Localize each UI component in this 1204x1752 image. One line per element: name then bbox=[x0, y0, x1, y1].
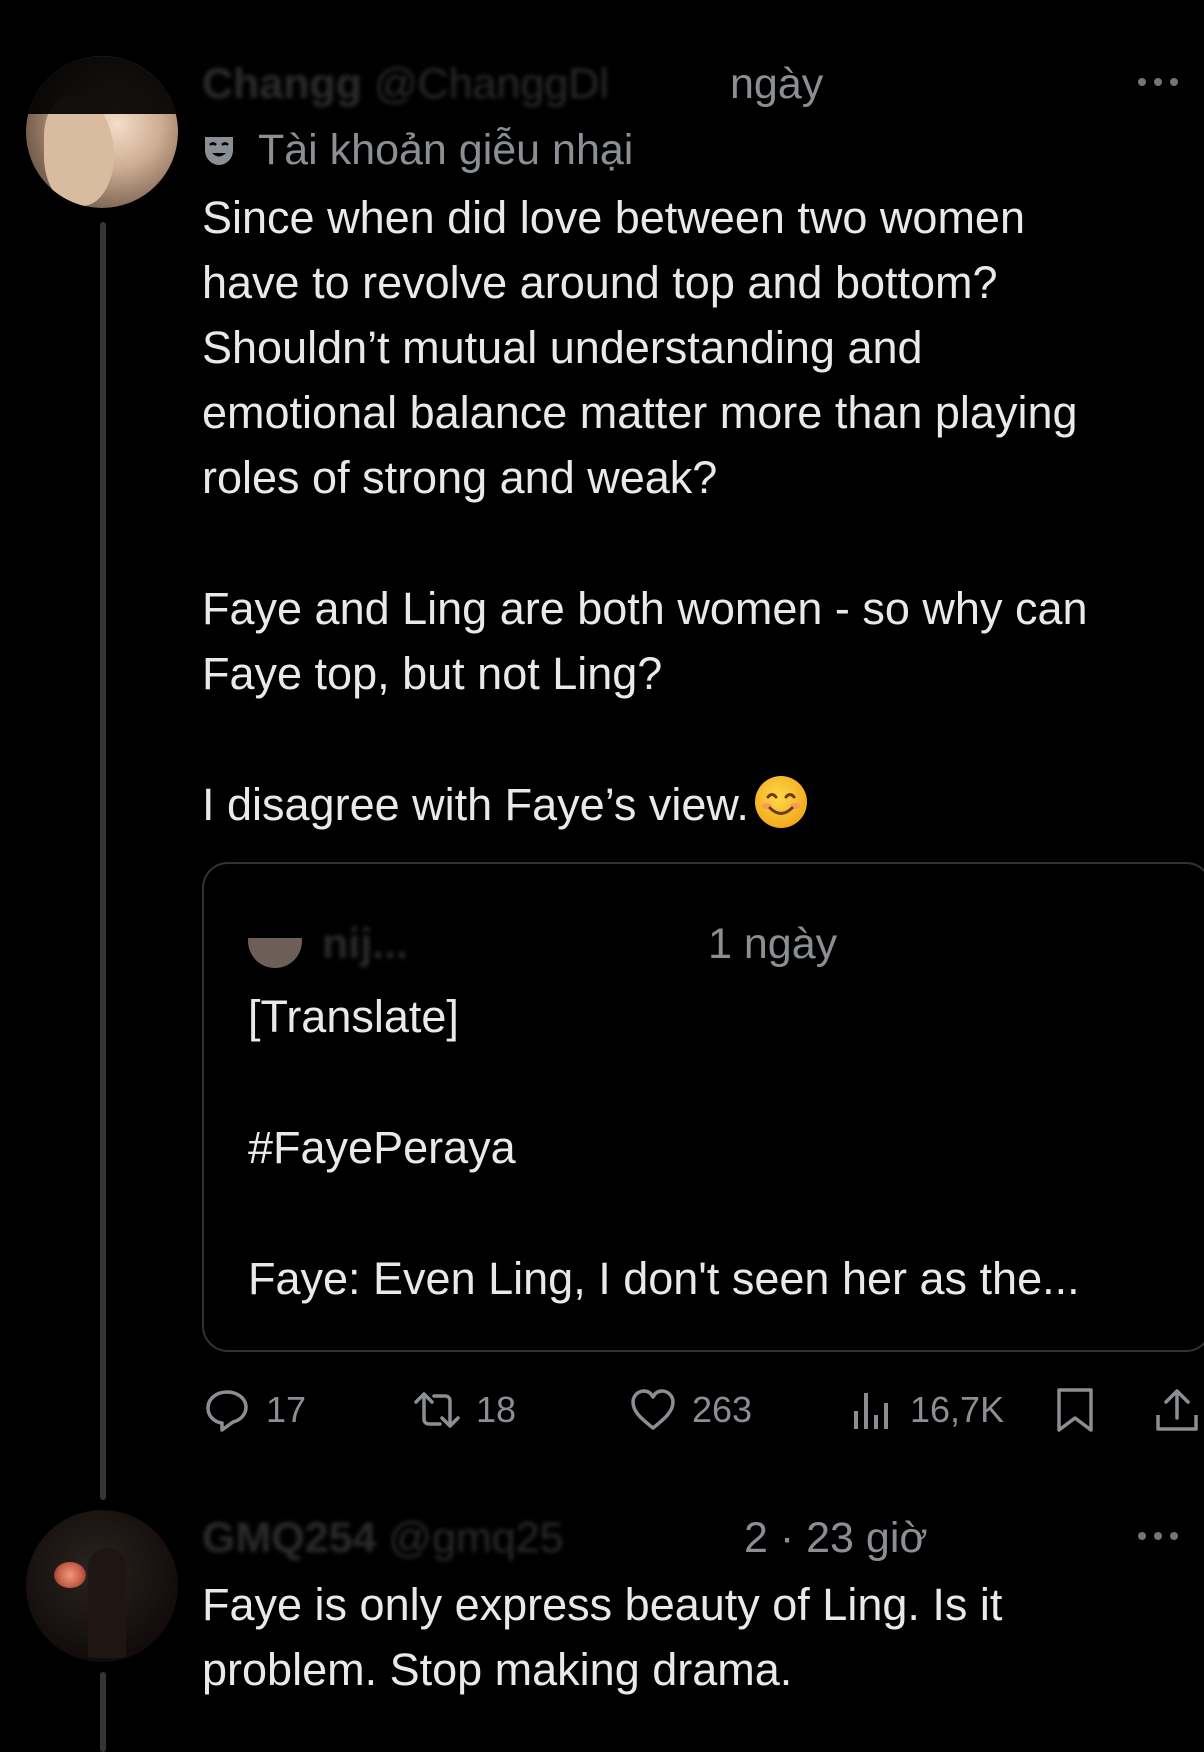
tweet-text-line: problem. Stop making drama. bbox=[202, 1644, 793, 1695]
more-options-icon[interactable] bbox=[1138, 72, 1178, 92]
bookmark-icon bbox=[1057, 1388, 1093, 1432]
view-count: 16,7K bbox=[910, 1389, 1005, 1430]
avatar-figure bbox=[88, 1548, 126, 1658]
avatar-bouquet bbox=[54, 1562, 86, 1588]
tweet-text: Since when did love between two women ha… bbox=[202, 185, 1202, 837]
tweet-header: GMQ254 @gmq25 2 · 23 giờ bbox=[202, 1508, 1204, 1568]
reply-button[interactable]: 17 bbox=[202, 1370, 306, 1450]
quoted-text-line: Faye: Even Ling, I don't seen her as the… bbox=[248, 1253, 1080, 1304]
theater-mask-icon bbox=[205, 137, 233, 165]
quoted-hashtag[interactable]: #FayePeraya bbox=[248, 1115, 1080, 1180]
tweet-text-line: emotional balance matter more than playi… bbox=[202, 387, 1078, 438]
timestamp[interactable]: ngày bbox=[730, 54, 823, 114]
views-button[interactable]: 16,7K bbox=[846, 1370, 1004, 1450]
tweet-text-line: Since when did love between two women bbox=[202, 192, 1025, 243]
share-button[interactable] bbox=[1152, 1370, 1202, 1450]
repost-count: 18 bbox=[476, 1389, 517, 1430]
tweet-text-line: I disagree with Faye’s view. bbox=[202, 779, 749, 830]
tweet[interactable]: Changg @ChanggDl ngày Tài khoản giễu nhạ… bbox=[0, 0, 1204, 1500]
tweet[interactable]: GMQ254 @gmq25 2 · 23 giờ Faye is only ex… bbox=[0, 1500, 1204, 1752]
bookmark-button[interactable] bbox=[1050, 1370, 1100, 1450]
repost-button[interactable]: 18 bbox=[412, 1370, 516, 1450]
thread-line bbox=[100, 222, 106, 1500]
parody-account-label: Tài khoản giễu nhại bbox=[202, 122, 633, 178]
avatar[interactable] bbox=[26, 1510, 178, 1662]
reply-count: 17 bbox=[266, 1389, 307, 1430]
like-count: 263 bbox=[692, 1389, 753, 1430]
author-handle[interactable]: @gmq25 bbox=[388, 1514, 563, 1562]
more-options-icon[interactable] bbox=[1138, 1526, 1178, 1546]
quoted-timestamp[interactable]: 1 ngày bbox=[708, 914, 837, 974]
tweet-text-line: Shouldn’t mutual understanding and bbox=[202, 322, 923, 373]
tweet-text-line: Faye and Ling are both women - so why ca… bbox=[202, 583, 1088, 634]
timestamp[interactable]: 2 · 23 giờ bbox=[744, 1508, 928, 1568]
repost-icon bbox=[414, 1392, 460, 1428]
author-name[interactable]: GMQ254 bbox=[202, 1514, 376, 1562]
like-button[interactable]: 263 bbox=[628, 1370, 752, 1450]
reply-icon bbox=[206, 1390, 248, 1432]
tweet-text-line: Faye is only express beauty of Ling. Is … bbox=[202, 1579, 1003, 1630]
tweet-text-line: have to revolve around top and bottom? bbox=[202, 257, 998, 308]
tweet-header: Changg @ChanggDl ngày bbox=[202, 54, 1204, 114]
quoted-avatar[interactable] bbox=[248, 938, 302, 968]
parody-label-text: Tài khoản giễu nhại bbox=[258, 126, 634, 174]
author-name[interactable]: Changg bbox=[202, 60, 362, 108]
thread-line bbox=[100, 1672, 106, 1752]
quoted-tweet-text: [Translate] #FayePeraya Faye: Even Ling,… bbox=[248, 984, 1080, 1311]
share-icon bbox=[1156, 1389, 1198, 1431]
smiling-face-emoji bbox=[754, 776, 807, 828]
bar-chart-icon bbox=[854, 1393, 888, 1429]
author-handle[interactable]: @ChanggDl bbox=[374, 60, 609, 108]
avatar[interactable] bbox=[26, 56, 178, 208]
tweet-actions: 17 18 263 16,7K bbox=[202, 1370, 1202, 1450]
quoted-text-line: [Translate] bbox=[248, 991, 459, 1042]
quoted-tweet[interactable]: nij... 1 ngày [Translate] #FayePeraya Fa… bbox=[202, 862, 1204, 1352]
heart-icon bbox=[631, 1389, 675, 1430]
tweet-text: Faye is only express beauty of Ling. Is … bbox=[202, 1572, 1202, 1702]
quoted-author-name[interactable]: nij... bbox=[322, 914, 408, 974]
avatar-obscured-area bbox=[26, 56, 178, 114]
tweet-text-line: Faye top, but not Ling? bbox=[202, 648, 663, 699]
tweet-text-line-with-emoji: I disagree with Faye’s view. bbox=[202, 772, 1202, 837]
tweet-text-line: roles of strong and weak? bbox=[202, 452, 718, 503]
